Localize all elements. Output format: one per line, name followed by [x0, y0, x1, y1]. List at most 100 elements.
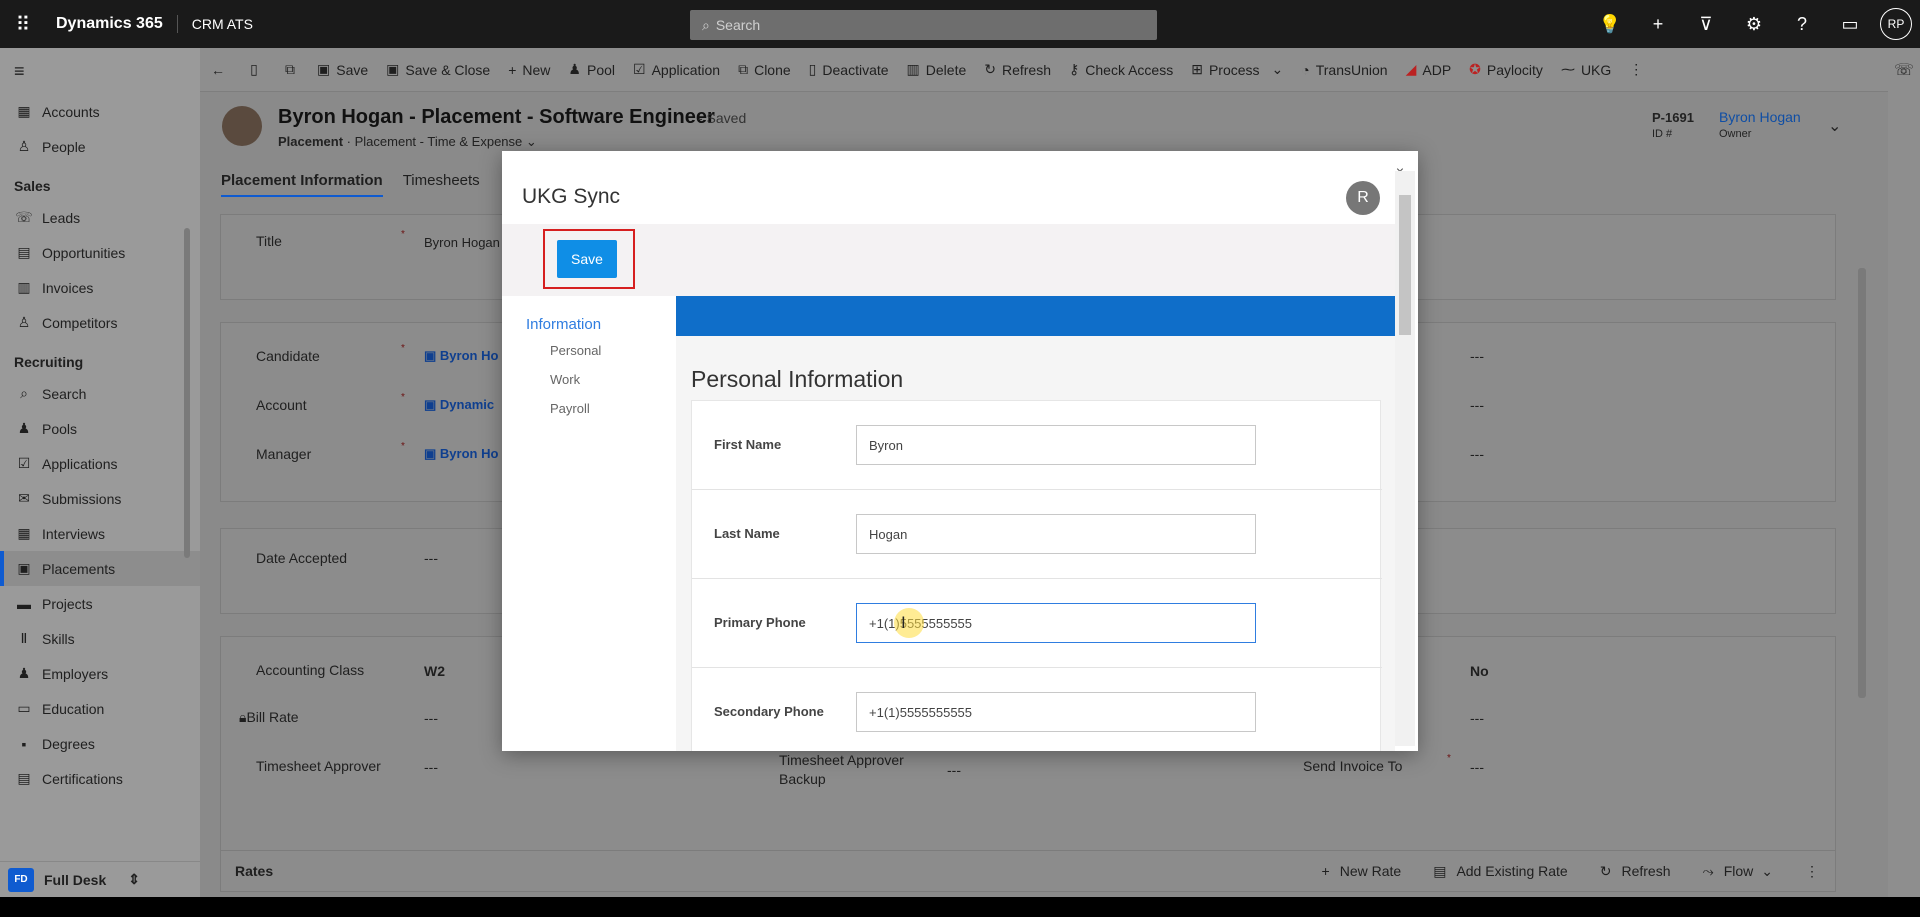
flow-button[interactable]: ⤳ Flow ⌄: [1687, 863, 1790, 880]
bill-rate-value[interactable]: ---: [424, 710, 438, 726]
new-button[interactable]: + New: [499, 62, 559, 78]
filter-icon[interactable]: ⊽: [1682, 14, 1730, 35]
nav-personal[interactable]: Personal: [526, 343, 666, 358]
date-accepted-value[interactable]: ---: [424, 550, 438, 566]
help-icon[interactable]: ?: [1778, 14, 1826, 35]
accounting-class-value[interactable]: W2: [424, 663, 445, 679]
dialog-section-nav: Information Personal Work Payroll: [526, 316, 666, 430]
sitemap-item-leads[interactable]: ☏ Leads: [0, 200, 200, 235]
brand-name[interactable]: Dynamics 365: [46, 15, 178, 33]
popout-icon[interactable]: ⧉: [272, 61, 308, 78]
save-close-button[interactable]: ▣ Save & Close: [377, 61, 499, 78]
more-options-icon[interactable]: ⋮: [1620, 61, 1652, 78]
save-button[interactable]: ▣ Save: [308, 61, 377, 78]
nav-payroll[interactable]: Payroll: [526, 401, 666, 416]
process-button[interactable]: ⊞ Process ⌄: [1182, 61, 1292, 78]
sitemap-item-projects[interactable]: ▬ Projects: [0, 586, 200, 621]
manager-lookup[interactable]: ▣ Byron Ho: [424, 446, 498, 462]
right-field-value[interactable]: ---: [1470, 710, 1484, 726]
right-field-value[interactable]: No: [1470, 663, 1489, 679]
timesheet-approver-value[interactable]: ---: [424, 759, 438, 775]
application-button[interactable]: ☑ Application: [624, 61, 729, 78]
clone-button[interactable]: ⧉ Clone: [729, 61, 800, 78]
text-cursor-icon: I: [901, 613, 906, 632]
new-rate-button[interactable]: + New Rate: [1306, 863, 1418, 879]
lightbulb-icon[interactable]: 💡: [1586, 14, 1634, 35]
sitemap-item-accounts[interactable]: ▦ Accounts: [0, 94, 200, 129]
rates-refresh-button[interactable]: ↻ Refresh: [1584, 863, 1687, 880]
ukg-button[interactable]: ⁓ UKG: [1552, 61, 1620, 78]
delete-button[interactable]: ▥ Delete: [898, 61, 976, 78]
sitemap-item-degrees[interactable]: ▪ Degrees: [0, 726, 200, 761]
pool-button[interactable]: ♟ Pool: [559, 61, 624, 78]
tab-placement-information[interactable]: Placement Information: [221, 172, 383, 197]
account-lookup[interactable]: ▣ Dynamic: [424, 397, 494, 413]
secondary-phone-input[interactable]: [856, 692, 1256, 732]
skills-icon: Ⅱ: [20, 630, 28, 646]
area-switcher[interactable]: FD Full Desk ⇕: [0, 861, 200, 897]
sitemap-item-opportunities[interactable]: ▤ Opportunities: [0, 235, 200, 270]
expand-header-icon[interactable]: ⌄: [1828, 116, 1841, 136]
transunion-button[interactable]: ◔ TransUnion: [1292, 62, 1396, 78]
sitemap-item-search[interactable]: ⌕ Search: [0, 376, 200, 411]
dialog-scroll-thumb[interactable]: [1399, 195, 1411, 335]
right-field-value[interactable]: ---: [1470, 397, 1484, 413]
plus-icon[interactable]: +: [1634, 14, 1682, 35]
sitemap-item-employers[interactable]: ♟ Employers: [0, 656, 200, 691]
form-icon[interactable]: ▯: [236, 61, 272, 78]
main-scrollbar[interactable]: [1858, 268, 1866, 698]
global-search-input[interactable]: ⌕ Search: [690, 10, 1157, 40]
ukg-label: UKG: [1580, 61, 1612, 78]
mail-icon: ✉: [18, 490, 30, 506]
gear-icon[interactable]: ⚙: [1730, 14, 1778, 35]
add-existing-rate-button[interactable]: ▤ Add Existing Rate: [1417, 863, 1584, 880]
sitemap-item-label: Certifications: [42, 770, 123, 787]
paylocity-button[interactable]: ✪ Paylocity: [1460, 61, 1552, 78]
sitemap-item-people[interactable]: ♙ People: [0, 129, 200, 164]
sitemap-item-placements[interactable]: ▣ Placements: [0, 551, 200, 586]
owner-link[interactable]: Byron Hogan: [1719, 109, 1801, 125]
nav-work[interactable]: Work: [526, 372, 666, 387]
sitemap-item-skills[interactable]: Ⅱ Skills: [0, 621, 200, 656]
right-field-value[interactable]: ---: [1470, 348, 1484, 364]
check-access-button[interactable]: ⚷ Check Access: [1060, 61, 1182, 78]
sitemap-item-interviews[interactable]: ▦ Interviews: [0, 516, 200, 551]
sitemap-item-applications[interactable]: ☑ Applications: [0, 446, 200, 481]
send-invoice-value[interactable]: ---: [1470, 759, 1484, 775]
sitemap-item-competitors[interactable]: ♙ Competitors: [0, 305, 200, 340]
sitemap-item-label: Competitors: [42, 314, 118, 331]
back-icon[interactable]: ←: [200, 62, 236, 78]
sitemap-item-invoices[interactable]: ▥ Invoices: [0, 270, 200, 305]
sitemap-item-education[interactable]: ▭ Education: [0, 691, 200, 726]
dialog-save-button[interactable]: Save: [557, 240, 617, 278]
phone-icon[interactable]: ☏: [1888, 60, 1920, 80]
last-name-input[interactable]: [856, 514, 1256, 554]
sitemap-item-pools[interactable]: ♟ Pools: [0, 411, 200, 446]
chevron-down-icon[interactable]: ⌄: [526, 134, 537, 149]
app-launcher-icon[interactable]: ⠿: [0, 0, 46, 48]
sitemap-item-submissions[interactable]: ✉ Submissions: [0, 481, 200, 516]
tab-timesheets[interactable]: Timesheets: [403, 172, 480, 197]
form-selector[interactable]: Placement - Time & Expense: [355, 134, 523, 149]
sitemap-item-certifications[interactable]: ▤ Certifications: [0, 761, 200, 796]
dialog-avatar[interactable]: R: [1346, 181, 1380, 215]
dialog-scrollbar[interactable]: [1395, 171, 1415, 746]
candidate-lookup[interactable]: ▣ Byron Ho: [424, 348, 498, 364]
first-name-input[interactable]: [856, 425, 1256, 465]
refresh-label: Refresh: [1001, 61, 1052, 78]
user-avatar[interactable]: RP: [1880, 8, 1912, 40]
title-value[interactable]: Byron Hogan: [424, 235, 500, 250]
adp-button[interactable]: ◢ ADP: [1397, 61, 1461, 78]
more-options-icon[interactable]: ⋮: [1789, 863, 1835, 880]
search-icon: ⌕: [702, 16, 710, 33]
refresh-button[interactable]: ↻ Refresh: [975, 61, 1060, 78]
app-name[interactable]: CRM ATS: [178, 16, 253, 32]
deactivate-button[interactable]: ▯ Deactivate: [800, 61, 898, 78]
timesheet-backup-value[interactable]: ---: [947, 762, 961, 778]
chat-icon[interactable]: ▭: [1826, 14, 1874, 35]
required-indicator: *: [1447, 753, 1451, 764]
nav-information[interactable]: Information: [526, 316, 666, 333]
sitemap-scrollbar[interactable]: [184, 228, 190, 558]
hamburger-icon[interactable]: ≡: [0, 48, 200, 94]
right-field-value[interactable]: ---: [1470, 446, 1484, 462]
